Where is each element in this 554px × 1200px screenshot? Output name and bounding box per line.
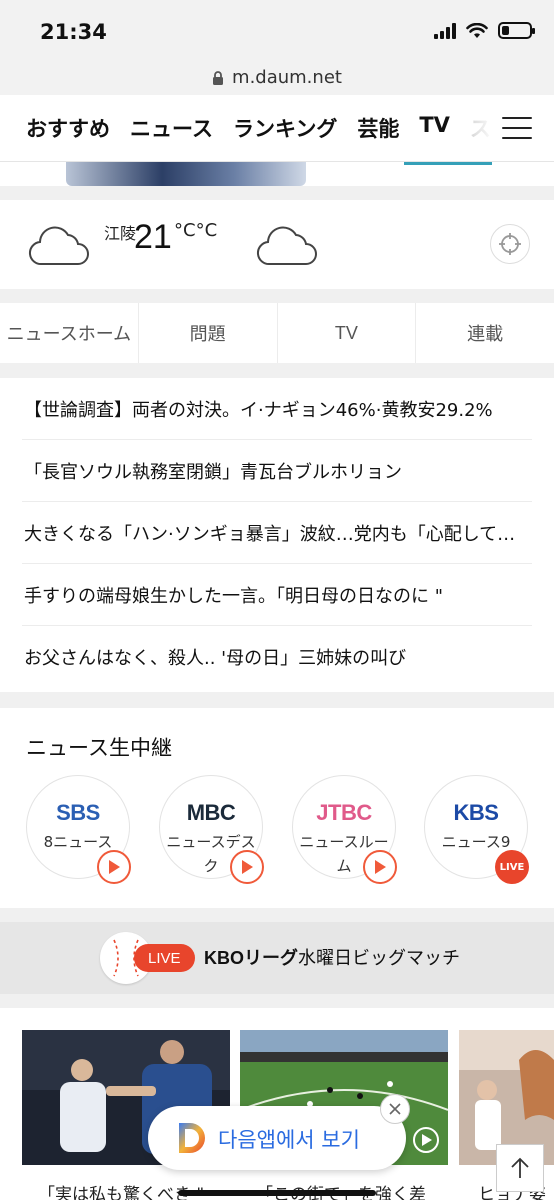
weather-temperature: 21 [134,218,172,256]
close-icon[interactable] [380,1094,410,1124]
mbc-logo: MBC [186,800,236,825]
tab-tv[interactable]: TV [419,113,450,155]
kbo-live-banner[interactable]: LIVE KBOリーグ水曜日ビッグマッチ [0,922,554,994]
open-app-text: 다음앱에서 보기 [218,1128,360,1152]
play-icon[interactable] [230,850,264,884]
signal-icon [434,22,456,39]
play-icon[interactable] [363,850,397,884]
menu-icon[interactable] [502,117,532,139]
cloud-icon [28,226,89,266]
kbo-title-bold: KBOリーグ [204,948,298,968]
url-bar[interactable]: m.daum.net [0,60,554,95]
kbo-live-badge: LIVE [134,944,195,972]
top-banner[interactable] [0,162,554,186]
subtab-issues[interactable]: 問題 [139,303,278,363]
cloud-icon [256,226,317,266]
kbs-logo: KBS [453,800,499,825]
live-section-title: ニュース生中継 [26,736,172,760]
home-indicator [178,1190,376,1196]
subtab-news-home[interactable]: ニュースホーム [0,303,139,363]
tab-ranking[interactable]: ランキング [233,113,337,155]
scroll-to-top-button[interactable] [496,1144,544,1192]
daum-logo-icon [179,1123,205,1153]
channel-sbs[interactable]: SBS 8ニュース [26,775,131,884]
wifi-icon [466,22,488,38]
kbo-title-rest: 水曜日ビッグマッチ [298,948,460,969]
channel-jtbc[interactable]: JTBC ニュースルーム [292,775,397,884]
banner-image [66,162,306,186]
subtab-series[interactable]: 連載 [416,303,554,363]
live-badge[interactable]: LIVE [495,850,529,884]
weather-unit: °C°C [174,220,218,241]
headline-item[interactable]: 「長官ソウル執務室閉鎖」青瓦台ブルホリョン [22,440,532,502]
headline-text: 【世論調査】両者の対決。イ·ナギョン46%·黄教安29.2% [24,399,493,421]
weather-widget[interactable]: 江陵 21 °C°C [0,200,554,289]
url-text: m.daum.net [232,67,342,88]
channel-kbs[interactable]: KBS ニュース9 LIVE [424,775,529,884]
weather-city: 江陵 [104,224,137,243]
kbo-title: KBOリーグ水曜日ビッグマッチ [204,944,460,973]
category-tabs: おすすめ ニュース ランキング 芸能 TV ス [26,113,496,155]
headline-text: 大きくなる「ハン·ソンギョ暴言」波紋…党内も「心配して… [24,523,516,545]
nav-fade [454,95,494,161]
tab-entertainment[interactable]: 芸能 [357,113,399,155]
headline-list: 【世論調査】両者の対決。イ·ナギョン46%·黄教安29.2% 「長官ソウル執務室… [0,378,554,692]
lock-icon [213,70,224,85]
channel-mbc[interactable]: MBC ニュースデスク [159,775,264,884]
category-nav: おすすめ ニュース ランキング 芸能 TV ス [0,95,554,162]
play-icon[interactable] [97,850,131,884]
headline-item[interactable]: 大きくなる「ハン·ソンギョ暴言」波紋…党内も「心配して… [22,502,532,564]
sbs-logo: SBS [56,800,100,825]
location-button[interactable] [490,224,530,264]
headline-item[interactable]: 手すりの端母娘生かした一言。「明日母の日なのに " [22,564,532,626]
banner-indicator [404,162,492,165]
news-subtabs: ニュースホーム 問題 TV 連載 [0,303,554,363]
subtab-tv[interactable]: TV [278,303,417,363]
headline-text: 手すりの端母娘生かした一言。「明日母の日なのに " [24,585,443,607]
headline-text: お父さんはなく、殺人.. '母の日」三姉妹の叫び [24,648,407,669]
headline-item[interactable]: お父さんはなく、殺人.. '母の日」三姉妹の叫び [22,626,532,688]
video-carousel: 「実は私も驚くべき " 「この街で」を強く差 ヒョナ姿 [0,1008,554,1200]
status-bar: 21:34 [0,0,554,60]
tab-recommended[interactable]: おすすめ [26,113,110,155]
battery-level [502,26,509,35]
crosshair-icon [499,233,521,255]
arrow-up-icon [511,1157,529,1178]
status-icons [434,22,535,39]
status-time: 21:34 [40,20,107,44]
live-news-section: ニュース生中継 SBS 8ニュース MBC ニュースデスク JTBC ニュースル… [0,708,554,908]
tab-news[interactable]: ニュース [130,113,213,155]
battery-icon [498,22,535,39]
open-app-banner[interactable]: 다음앱에서 보기 [148,1094,410,1170]
headline-item[interactable]: 【世論調査】両者の対決。イ·ナギョン46%·黄教安29.2% [22,378,532,440]
headline-text: 「長官ソウル執務室閉鎖」青瓦台ブルホリョン [24,461,402,483]
jtbc-logo: JTBC [316,800,372,825]
